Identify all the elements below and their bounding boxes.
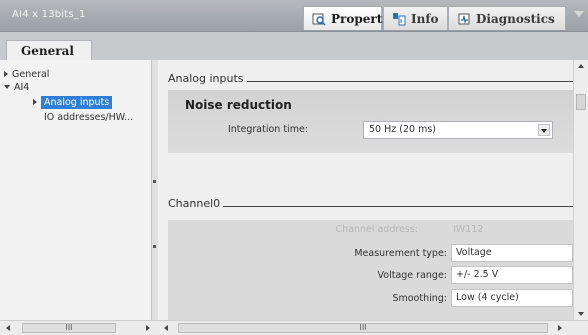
scroll-left-icon[interactable]	[164, 325, 168, 331]
scroll-right-icon[interactable]	[146, 325, 150, 331]
tab-diagnostics[interactable]: Diagnostics	[448, 6, 566, 30]
info-icon	[392, 12, 406, 26]
section-divider	[223, 205, 573, 207]
properties-icon	[312, 12, 326, 26]
tree-item-ai4[interactable]: AI4	[4, 80, 29, 94]
section-title: Channel0	[168, 197, 221, 210]
tab-properties[interactable]: Properties	[303, 6, 401, 30]
dropdown-value: 50 Hz (20 ms)	[369, 124, 436, 135]
section-divider	[246, 80, 573, 82]
integration-time-dropdown[interactable]: 50 Hz (20 ms)	[363, 121, 553, 139]
navigation-tree: General AI4 Analog inputs IO addresses/H…	[0, 60, 152, 320]
tree-item-general[interactable]: General	[4, 67, 49, 81]
tree-horizontal-scrollbar[interactable]: III	[0, 320, 158, 335]
tree-item-io-addresses[interactable]: IO addresses/HW...	[44, 110, 133, 124]
scroll-thumb[interactable]	[576, 94, 586, 110]
integration-time-label: Integration time:	[227, 124, 308, 135]
channel-address-label: Channel address:	[335, 224, 418, 235]
smoothing-field[interactable]: Low (4 cycle)	[451, 289, 573, 307]
expand-arrow-icon[interactable]	[4, 71, 8, 77]
expand-arrow-icon[interactable]	[33, 99, 37, 105]
tree-item-label: Analog inputs	[41, 95, 113, 109]
window-title: AI4 x 13bits_1	[12, 9, 86, 20]
tab-diagnostics-label: Diagnostics	[476, 11, 555, 26]
voltage-range-label: Voltage range:	[377, 270, 447, 281]
diagnostics-icon	[457, 12, 471, 26]
tree-item-label: AI4	[14, 81, 30, 93]
collapse-arrow-icon[interactable]	[4, 85, 10, 89]
panel-menu-arrow-icon[interactable]	[574, 11, 584, 17]
measurement-type-field[interactable]: Voltage	[451, 244, 573, 262]
group-title: Noise reduction	[185, 98, 292, 112]
tree-item-label: General	[12, 68, 50, 80]
section-title: Analog inputs	[168, 72, 244, 85]
chevron-down-icon[interactable]	[538, 124, 550, 136]
scroll-down-icon[interactable]	[578, 312, 584, 316]
section-channel0: Channel0	[168, 197, 573, 210]
section-analog-inputs: Analog inputs	[168, 72, 573, 85]
scroll-right-icon[interactable]	[558, 325, 562, 331]
subtab-bar: General	[0, 32, 588, 60]
measurement-type-label: Measurement type:	[354, 248, 447, 259]
splitter-grip-icon	[153, 245, 156, 248]
channel-address-value: IW112	[453, 224, 484, 235]
scroll-left-icon[interactable]	[6, 325, 10, 331]
scroll-thumb[interactable]: III	[22, 323, 116, 333]
properties-content: Analog inputs Noise reduction Integratio…	[158, 60, 573, 320]
voltage-range-field[interactable]: +/- 2.5 V	[451, 266, 573, 284]
noise-reduction-group: Noise reduction Integration time: 50 Hz …	[168, 90, 573, 153]
tab-general[interactable]: General	[6, 40, 92, 60]
scroll-up-icon[interactable]	[578, 64, 584, 68]
vertical-scrollbar[interactable]	[573, 60, 588, 320]
splitter-grip-icon	[153, 180, 156, 183]
scroll-thumb[interactable]: III	[178, 323, 548, 333]
content-horizontal-scrollbar[interactable]: III	[158, 320, 588, 335]
title-bar: AI4 x 13bits_1 Properties Info Diagnosti…	[0, 0, 588, 32]
tab-info-label: Info	[411, 11, 439, 26]
tree-item-analog-inputs[interactable]: Analog inputs	[33, 95, 113, 109]
smoothing-label: Smoothing:	[392, 293, 447, 304]
tab-info[interactable]: Info	[383, 6, 448, 30]
tree-item-label: IO addresses/HW...	[44, 111, 134, 123]
